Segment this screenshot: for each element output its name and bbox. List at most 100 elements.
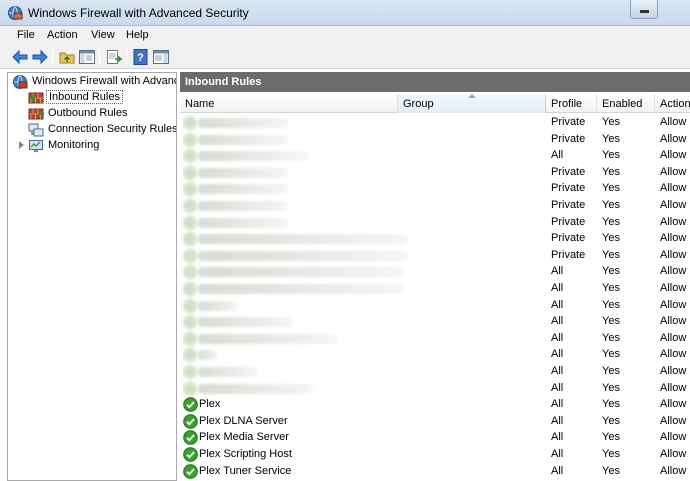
- expand-arrow-icon[interactable]: [19, 141, 24, 149]
- table-row[interactable]: Plex All Yes Allow: [180, 397, 690, 413]
- menu-action[interactable]: Action: [47, 29, 78, 41]
- column-action[interactable]: Action: [655, 94, 690, 113]
- tree-item-monitoring[interactable]: Monitoring: [16, 138, 176, 154]
- enabled-check-icon: [183, 430, 198, 445]
- tree-root[interactable]: Windows Firewall with Advance: [12, 74, 176, 90]
- rule-profile: All: [551, 348, 564, 360]
- redacted-rule-name: [198, 317, 293, 327]
- rule-enabled: Yes: [602, 216, 620, 228]
- pane-header: Inbound Rules: [180, 72, 690, 92]
- redacted-rule-name: [198, 350, 218, 360]
- rule-enabled: Yes: [602, 249, 620, 261]
- rules-pane: Inbound Rules Name Group Profile Enabled…: [180, 72, 690, 481]
- rule-profile: All: [551, 398, 564, 410]
- enabled-check-icon: [183, 447, 198, 462]
- up-folder-icon[interactable]: [58, 48, 76, 66]
- table-row[interactable]: All Yes Allow: [180, 314, 690, 330]
- tree-item-label: Outbound Rules: [48, 107, 128, 119]
- table-row[interactable]: Private Yes Allow: [180, 231, 690, 247]
- table-row[interactable]: All Yes Allow: [180, 331, 690, 347]
- rule-name: Plex: [199, 398, 221, 410]
- back-arrow-icon[interactable]: [11, 48, 29, 66]
- table-row[interactable]: Plex Scripting Host All Yes Allow: [180, 447, 690, 463]
- rule-profile: Private: [551, 166, 586, 178]
- table-row[interactable]: Private Yes Allow: [180, 181, 690, 197]
- table-row[interactable]: All Yes Allow: [180, 298, 690, 314]
- tree-item-connection-security-rules[interactable]: Connection Security Rules: [28, 122, 176, 138]
- redacted-rule-name: [198, 334, 338, 344]
- minimize-button[interactable]: [630, 0, 658, 19]
- redacted-rule-name: [198, 218, 288, 228]
- rule-profile: Private: [551, 232, 586, 244]
- rule-profile: Private: [551, 199, 586, 211]
- redacted-icon: [183, 182, 197, 196]
- table-row[interactable]: All Yes Allow: [180, 264, 690, 280]
- table-row[interactable]: All Yes Allow: [180, 281, 690, 297]
- menu-file[interactable]: File: [17, 29, 35, 41]
- table-row[interactable]: Private Yes Allow: [180, 248, 690, 264]
- column-name[interactable]: Name: [180, 94, 398, 113]
- rule-name: Plex Media Server: [199, 431, 289, 443]
- rule-enabled: Yes: [602, 431, 620, 443]
- redacted-icon: [183, 199, 197, 213]
- rule-enabled: Yes: [602, 133, 620, 145]
- rule-action: Allow: [660, 431, 687, 443]
- redacted-icon: [183, 348, 197, 362]
- svg-text:?: ?: [137, 52, 144, 64]
- column-label: Enabled: [602, 98, 643, 110]
- toolbar-separator: [99, 49, 100, 65]
- table-row[interactable]: All Yes Allow: [180, 148, 690, 164]
- rule-action: Allow: [660, 216, 687, 228]
- tree-item-label: Monitoring: [48, 139, 100, 151]
- table-row[interactable]: Plex Tuner Service All Yes Allow: [180, 464, 690, 480]
- table-row[interactable]: All Yes Allow: [180, 381, 690, 397]
- table-row[interactable]: Private Yes Allow: [180, 115, 690, 131]
- toolbar: ?: [0, 45, 690, 69]
- enabled-check-icon: [183, 464, 198, 479]
- table-row[interactable]: All Yes Allow: [180, 347, 690, 363]
- column-label: Action: [660, 98, 690, 110]
- rule-action: Allow: [660, 199, 687, 211]
- inbound-rules-icon: [28, 90, 44, 106]
- column-enabled[interactable]: Enabled: [597, 94, 655, 113]
- rule-enabled: Yes: [602, 398, 620, 410]
- rule-enabled: Yes: [602, 332, 620, 344]
- table-row[interactable]: Plex DLNA Server All Yes Allow: [180, 414, 690, 430]
- rule-name: Plex Tuner Service: [199, 465, 292, 477]
- export-list-icon[interactable]: [105, 48, 123, 66]
- column-label: Group: [403, 98, 434, 110]
- rule-profile: Private: [551, 216, 586, 228]
- show-hide-action-pane-icon[interactable]: [152, 48, 170, 66]
- tree-item-inbound-rules[interactable]: Inbound Rules: [28, 90, 176, 106]
- forward-arrow-icon[interactable]: [31, 48, 49, 66]
- table-row[interactable]: Private Yes Allow: [180, 198, 690, 214]
- rule-enabled: Yes: [602, 299, 620, 311]
- rule-action: Allow: [660, 448, 687, 460]
- table-row[interactable]: Plex Media Server All Yes Allow: [180, 430, 690, 446]
- firewall-app-icon: [7, 5, 23, 21]
- redacted-icon: [183, 282, 197, 296]
- help-icon[interactable]: ?: [132, 48, 150, 66]
- table-row[interactable]: Private Yes Allow: [180, 215, 690, 231]
- redacted-icon: [183, 365, 197, 379]
- table-row[interactable]: All Yes Allow: [180, 364, 690, 380]
- show-hide-tree-icon[interactable]: [78, 48, 96, 66]
- rule-action: Allow: [660, 382, 687, 394]
- rule-enabled: Yes: [602, 382, 620, 394]
- navigation-tree: Windows Firewall with Advance Inbound Ru…: [7, 72, 177, 481]
- column-profile[interactable]: Profile: [546, 94, 597, 113]
- rule-action: Allow: [660, 232, 687, 244]
- rule-enabled: Yes: [602, 232, 620, 244]
- table-row[interactable]: Private Yes Allow: [180, 165, 690, 181]
- tree-item-outbound-rules[interactable]: Outbound Rules: [28, 106, 176, 122]
- tree-item-label: Inbound Rules: [46, 90, 123, 104]
- column-group[interactable]: Group: [398, 94, 546, 113]
- menu-view[interactable]: View: [91, 29, 115, 41]
- table-row[interactable]: Private Yes Allow: [180, 132, 690, 148]
- menu-help[interactable]: Help: [126, 29, 149, 41]
- rule-action: Allow: [660, 282, 687, 294]
- rule-enabled: Yes: [602, 282, 620, 294]
- rule-enabled: Yes: [602, 348, 620, 360]
- toolbar-separator: [126, 49, 127, 65]
- rule-enabled: Yes: [602, 116, 620, 128]
